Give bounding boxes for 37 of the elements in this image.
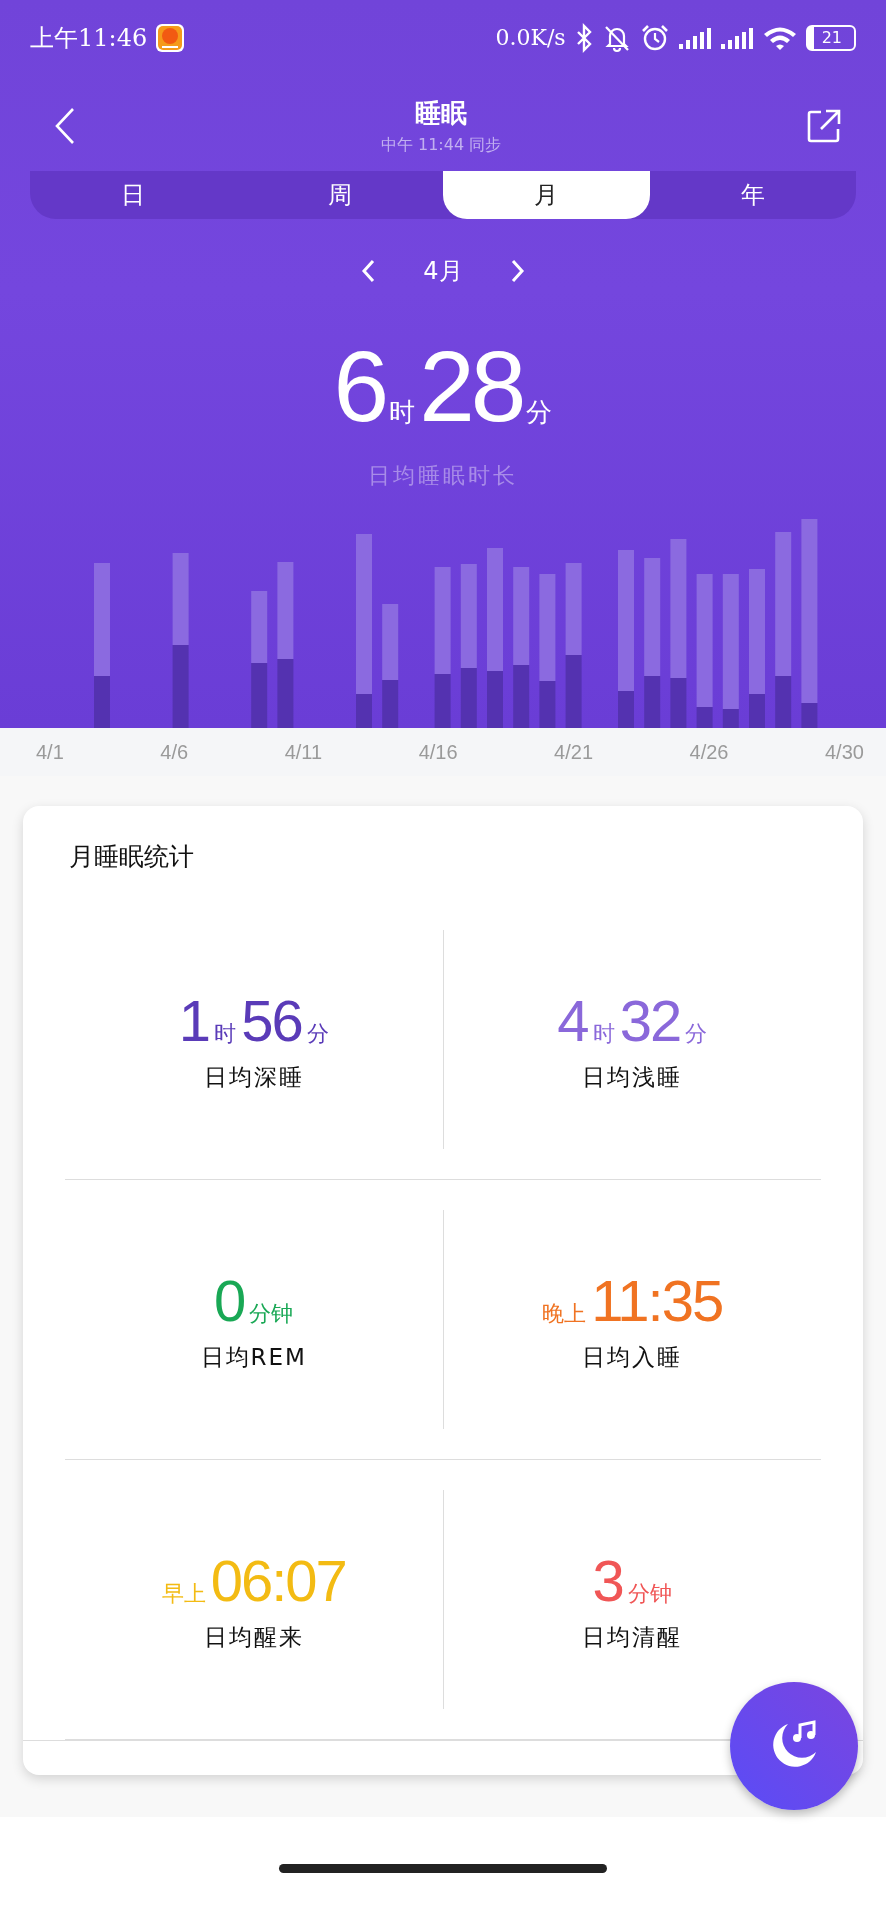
stat-label: 日均深睡: [203, 1062, 304, 1092]
stat-value: 0 分钟: [214, 1266, 294, 1334]
axis-label: 4/6: [160, 740, 189, 764]
axis-label: 4/21: [554, 740, 593, 764]
summary-caption: 日均睡眠时长: [368, 462, 518, 490]
card-title: 月睡眠统计: [68, 841, 195, 873]
period-tab[interactable]: 日: [30, 171, 237, 219]
battery-indicator: 21: [805, 24, 856, 51]
stat-label: 日均清醒: [582, 1622, 683, 1652]
axis-label: 4/30: [825, 740, 864, 764]
back-icon: [54, 106, 76, 146]
chevron-left-icon: [361, 259, 376, 283]
axis-label: 4/11: [284, 740, 323, 764]
app-notification-icon: [155, 22, 186, 53]
period-tab[interactable]: 周: [236, 171, 443, 219]
stat-value: 早上 06:07: [161, 1546, 346, 1614]
axis-label: 4/26: [689, 740, 729, 764]
chevron-right-icon: [510, 259, 525, 283]
axis-label: 4/16: [418, 740, 458, 764]
stat-label: 日均浅睡: [582, 1062, 683, 1092]
stat-label: 日均入睡: [582, 1342, 683, 1372]
period-tab[interactable]: 年: [649, 171, 856, 219]
sync-time: 中午 11:44 同步: [380, 135, 502, 156]
month-label: 4月: [423, 256, 463, 287]
status-time: 上午11:46: [30, 22, 148, 54]
stat-value: 1 时 56 分: [178, 986, 329, 1054]
page-title: 睡眠: [415, 97, 467, 130]
share-icon: [806, 108, 842, 144]
stat-value: 4 时 32 分: [557, 986, 708, 1054]
axis-label: 4/1: [36, 740, 64, 764]
average-sleep-duration: 6时 28分: [333, 329, 553, 439]
stat-value: 3 分钟: [592, 1546, 672, 1614]
stat-label: 日均REM: [200, 1342, 307, 1372]
period-tab[interactable]: 月: [443, 171, 650, 219]
network-speed: 0.0K/s: [495, 25, 566, 50]
stat-label: 日均醒来: [203, 1622, 304, 1652]
stat-value: 晚上 11:35: [542, 1266, 723, 1334]
